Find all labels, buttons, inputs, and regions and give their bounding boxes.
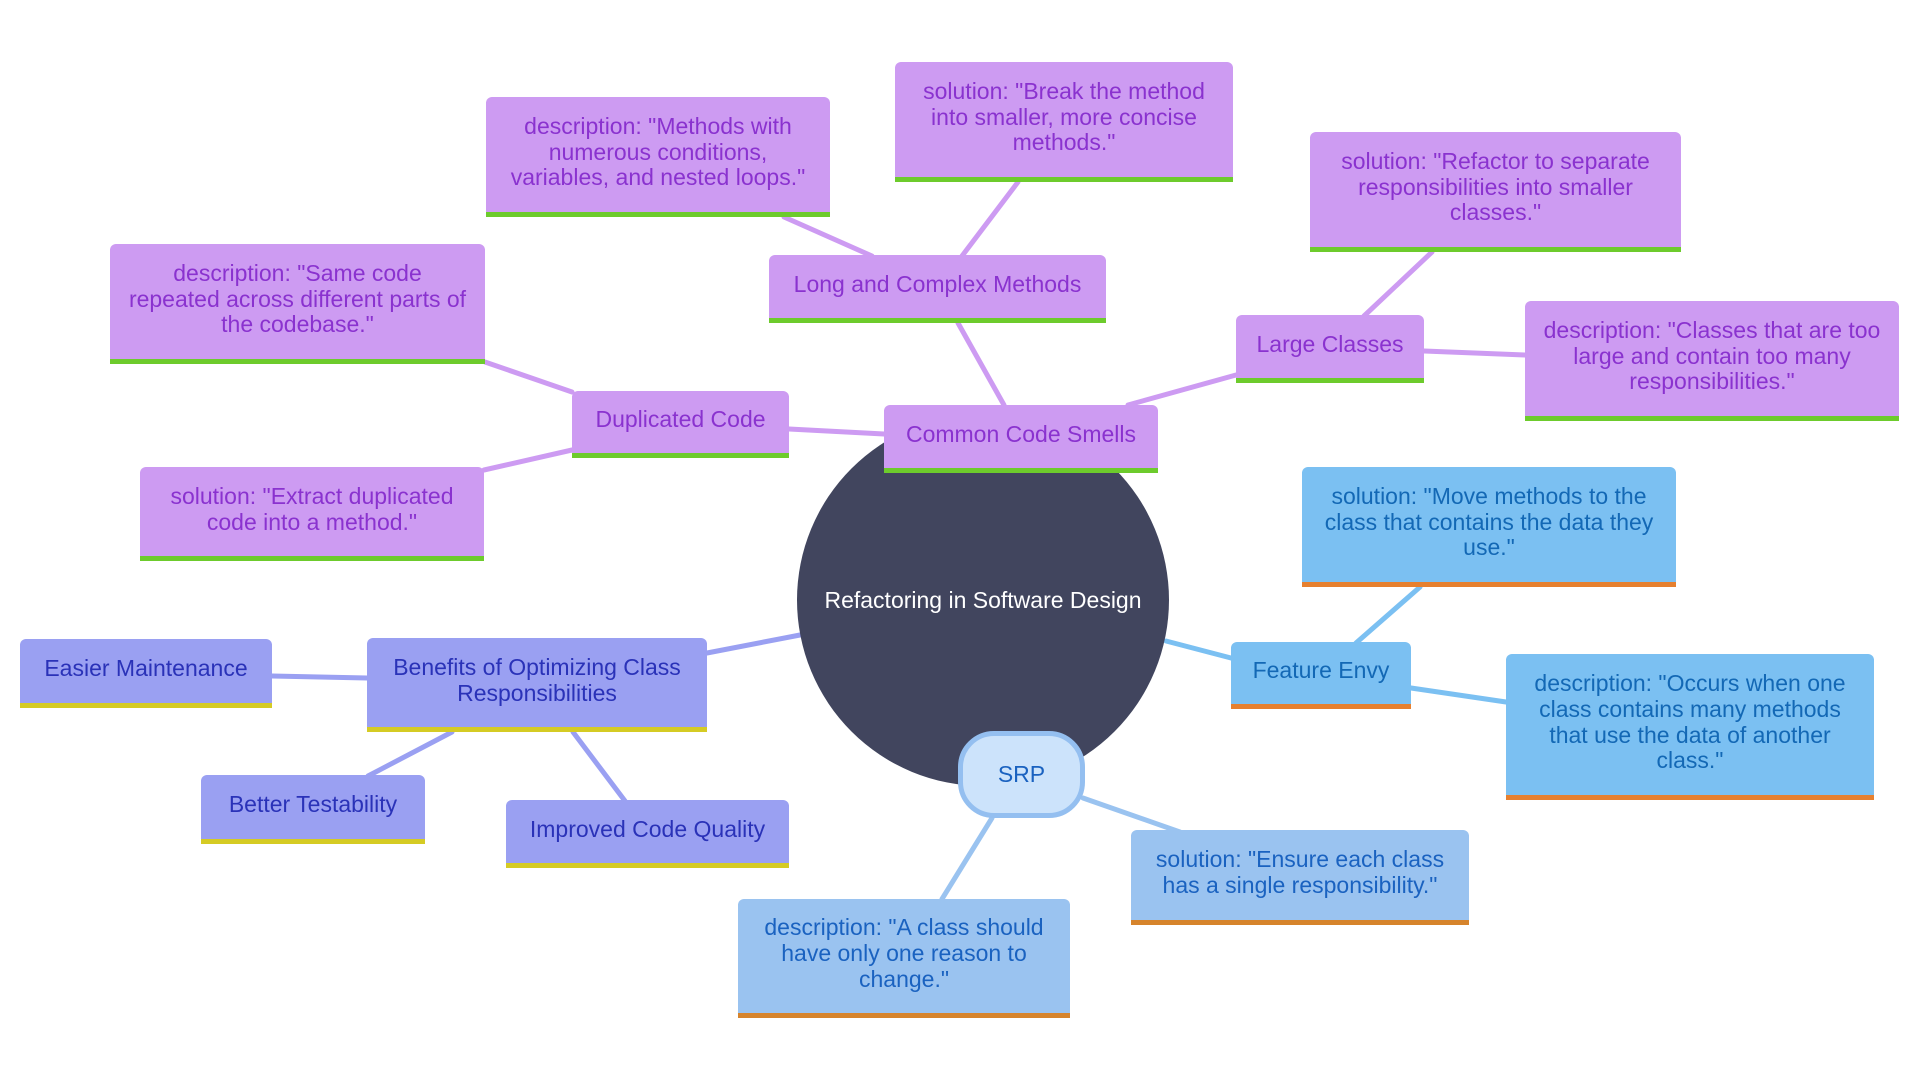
root-label: Refactoring in Software Design <box>824 586 1142 613</box>
edge-srp-sol <box>1080 795 1183 835</box>
node-label: Common Code Smells <box>905 420 1137 447</box>
node-common-code-smells[interactable]: Common Code Smells <box>884 405 1158 473</box>
node-label: description: "Classes that are too large… <box>1543 316 1881 395</box>
node-label: description: "Same code repeated across … <box>128 259 467 338</box>
node-feature-envy[interactable]: Feature Envy <box>1231 642 1411 709</box>
node-benefits[interactable]: Benefits of Optimizing Class Responsibil… <box>367 638 707 732</box>
edge-code-smells-long <box>955 320 1007 408</box>
node-label: Easier Maintenance <box>44 655 248 682</box>
node-srp-solution[interactable]: solution: "Ensure each class has a singl… <box>1131 830 1469 925</box>
node-label: description: "Occurs when one class cont… <box>1534 670 1846 774</box>
edge-root-benefits <box>704 632 803 656</box>
node-label: Better Testability <box>228 791 398 818</box>
edge-benefits-easier <box>269 673 370 681</box>
node-label: Feature Envy <box>1252 657 1390 684</box>
node-label: solution: "Break the method into smaller… <box>923 77 1205 156</box>
node-label: Duplicated Code <box>595 406 766 433</box>
node-long-methods-solution[interactable]: solution: "Break the method into smaller… <box>895 62 1233 182</box>
node-label: solution: "Ensure each class has a singl… <box>1155 846 1445 898</box>
node-label: description: "Methods with numerous cond… <box>510 112 806 191</box>
node-improved-code-quality[interactable]: Improved Code Quality <box>506 800 789 868</box>
edge-long-desc <box>781 214 875 259</box>
node-label: Long and Complex Methods <box>793 270 1082 297</box>
edge-large-desc <box>1421 348 1528 358</box>
node-large-classes-solution[interactable]: solution: "Refactor to separate responsi… <box>1310 132 1681 252</box>
node-label: Benefits of Optimizing Class Responsibil… <box>393 653 681 706</box>
node-long-complex-methods[interactable]: Long and Complex Methods <box>769 255 1106 323</box>
edge-duplicated-sol <box>481 447 575 473</box>
edge-large-sol <box>1361 249 1435 319</box>
node-label: solution: "Refactor to separate responsi… <box>1341 147 1650 226</box>
edge-root-feature-envy <box>1163 638 1234 661</box>
node-better-testability[interactable]: Better Testability <box>201 775 425 844</box>
node-label: solution: "Move methods to the class tha… <box>1324 482 1654 561</box>
node-label: Large Classes <box>1256 330 1404 357</box>
node-label: Improved Code Quality <box>529 815 766 842</box>
node-large-classes[interactable]: Large Classes <box>1236 315 1424 383</box>
node-srp[interactable]: SRP <box>958 731 1085 818</box>
edge-srp-desc <box>939 815 995 902</box>
node-long-methods-description[interactable]: description: "Methods with numerous cond… <box>486 97 830 217</box>
edge-feature-sol <box>1353 584 1423 646</box>
node-label: solution: "Extract duplicated code into … <box>170 482 454 535</box>
edge-code-smells-large <box>1125 372 1239 408</box>
node-srp-description[interactable]: description: "A class should have only o… <box>738 899 1070 1018</box>
edge-benefits-quality <box>570 729 628 804</box>
edge-benefits-testability <box>365 729 455 779</box>
node-duplicated-description[interactable]: description: "Same code repeated across … <box>110 244 485 364</box>
node-large-classes-description[interactable]: description: "Classes that are too large… <box>1525 301 1899 421</box>
node-easier-maintenance[interactable]: Easier Maintenance <box>20 639 272 708</box>
node-feature-envy-description[interactable]: description: "Occurs when one class cont… <box>1506 654 1874 800</box>
node-feature-envy-solution[interactable]: solution: "Move methods to the class tha… <box>1302 467 1676 587</box>
node-duplicated-code[interactable]: Duplicated Code <box>572 391 789 458</box>
edge-long-sol <box>959 179 1021 259</box>
node-duplicated-solution[interactable]: solution: "Extract duplicated code into … <box>140 467 484 561</box>
edge-duplicated-desc <box>482 359 575 395</box>
edge-feature-desc <box>1408 685 1509 705</box>
edge-code-smells-duplicated <box>786 426 887 437</box>
node-label: SRP <box>997 761 1046 787</box>
node-label: description: "A class should have only o… <box>764 914 1044 992</box>
